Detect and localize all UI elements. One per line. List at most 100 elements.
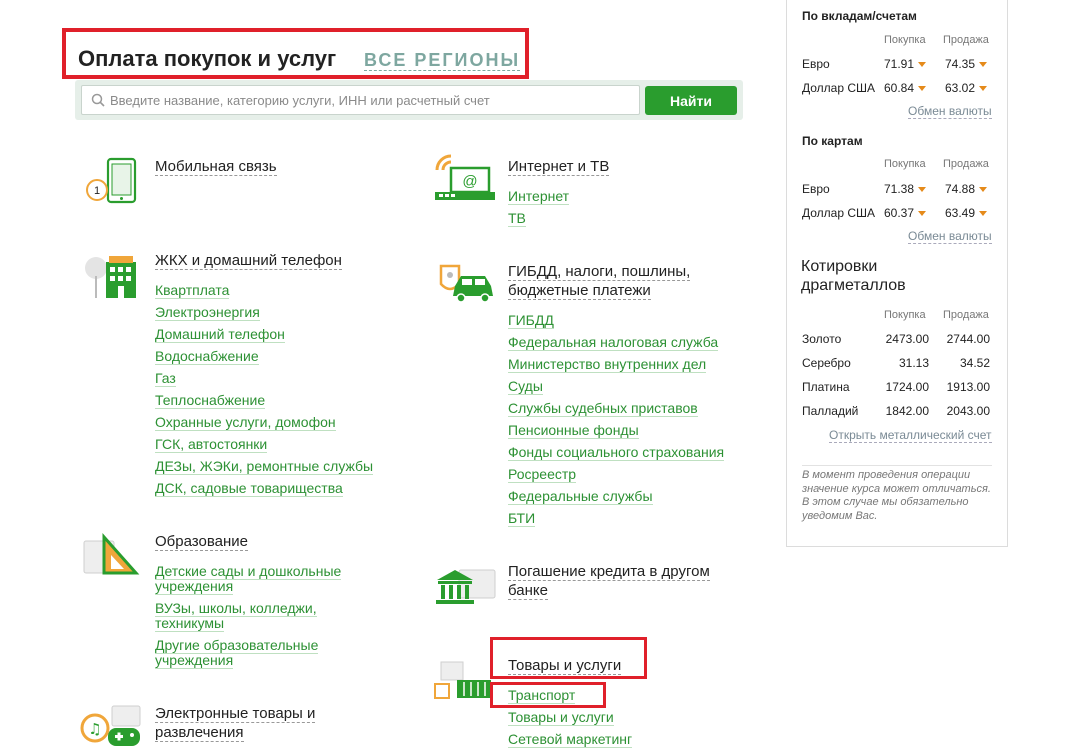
- list-item[interactable]: ТВ: [508, 207, 569, 229]
- list-item[interactable]: Электроэнергия: [155, 301, 373, 323]
- list-item[interactable]: Теплоснабжение: [155, 389, 373, 411]
- ruler-triangle-icon: [83, 533, 140, 575]
- sell-header: Продажа: [943, 158, 989, 170]
- sell-header: Продажа: [943, 309, 989, 321]
- list-item[interactable]: Пенсионные фонды: [508, 419, 724, 441]
- rate-currency: Евро: [802, 57, 830, 71]
- search-button[interactable]: Найти: [645, 86, 737, 115]
- list-item[interactable]: Росреестр: [508, 463, 724, 485]
- search-icon: [91, 93, 105, 107]
- list-item[interactable]: Министерство внутренних дел: [508, 353, 724, 375]
- metal-name: Платина: [802, 380, 850, 394]
- down-arrow-icon: [918, 187, 927, 193]
- metal-sell: 2043.00: [946, 404, 990, 418]
- list-item[interactable]: Транспорт: [508, 684, 632, 706]
- cards-title: По картам: [802, 134, 863, 148]
- category-credit[interactable]: Погашение кредита в другом банке: [508, 562, 738, 600]
- down-arrow-icon: [918, 86, 927, 92]
- list-item[interactable]: ДЕЗы, ЖЭКи, ремонтные службы: [155, 455, 374, 477]
- divider: [802, 465, 992, 466]
- gibdd-links: ГИБДД Федеральная налоговая служба Минис…: [508, 309, 725, 529]
- rate-sell: 74.35: [945, 57, 988, 71]
- rate-currency: Доллар США: [802, 206, 876, 220]
- list-item[interactable]: Домашний телефон: [155, 323, 373, 345]
- rate-disclaimer: В момент проведения операции значение ку…: [802, 469, 991, 522]
- category-housing[interactable]: ЖКХ и домашний телефон: [155, 251, 342, 270]
- goods-links: Транспорт Товары и услуги Сетевой маркет…: [508, 684, 633, 750]
- page-title: Оплата покупок и услуг: [78, 46, 337, 71]
- down-arrow-icon: [918, 62, 927, 68]
- list-item[interactable]: Федеральные службы: [508, 485, 724, 507]
- metal-name: Серебро: [802, 356, 851, 370]
- down-arrow-icon: [979, 86, 988, 92]
- list-item[interactable]: ГИБДД: [508, 309, 724, 331]
- category-education[interactable]: Образование: [155, 532, 248, 551]
- search-input[interactable]: [110, 86, 635, 114]
- car-emblem-icon: [439, 264, 493, 303]
- housing-links: Квартплата Электроэнергия Домашний телеф…: [155, 279, 374, 499]
- list-item[interactable]: Охранные услуги, домофон: [155, 411, 373, 433]
- metal-buy: 1724.00: [885, 380, 929, 394]
- category-mobile[interactable]: Мобильная связь: [155, 157, 277, 176]
- house-icon: [85, 256, 136, 298]
- rate-sell: 63.02: [945, 81, 988, 95]
- internet-links: Интернет ТВ: [508, 185, 570, 229]
- category-entertainment[interactable]: Электронные товары и развлечения: [155, 704, 355, 742]
- rate-currency: Евро: [802, 182, 830, 196]
- education-links: Детские сады и дошкольные учреждения ВУЗ…: [155, 563, 355, 675]
- buy-header: Покупка: [884, 309, 926, 321]
- down-arrow-icon: [979, 62, 988, 68]
- buy-header: Покупка: [884, 34, 926, 46]
- list-item[interactable]: Квартплата: [155, 279, 373, 301]
- list-item[interactable]: Детские сады и дошкольные учреждения: [155, 563, 355, 595]
- rate-sell: 63.49: [945, 206, 988, 220]
- category-internet[interactable]: Интернет и ТВ: [508, 157, 610, 176]
- svg-text:♫: ♫: [88, 720, 101, 738]
- music-gamepad-icon: ♫: [80, 705, 141, 746]
- shopping-basket-icon: [434, 661, 491, 699]
- metal-name: Палладий: [802, 404, 859, 418]
- open-metal-account-link[interactable]: Открыть металлический счет: [829, 428, 992, 443]
- list-item[interactable]: ВУЗы, школы, колледжи, техникумы: [155, 600, 355, 632]
- metal-buy: 2473.00: [885, 332, 929, 346]
- list-item[interactable]: Интернет: [508, 185, 570, 207]
- list-item[interactable]: Сетевой маркетинг: [508, 728, 633, 750]
- sell-header: Продажа: [943, 34, 989, 46]
- list-item[interactable]: Федеральная налоговая служба: [508, 331, 724, 353]
- metal-sell: 1913.00: [946, 380, 990, 394]
- list-item[interactable]: ГСК, автостоянки: [155, 433, 373, 455]
- list-item[interactable]: Службы судебных приставов: [508, 397, 724, 419]
- list-item[interactable]: Товары и услуги: [508, 706, 632, 728]
- category-goods[interactable]: Товары и услуги: [508, 656, 622, 675]
- deposits-title: По вкладам/счетам: [802, 9, 917, 23]
- list-item[interactable]: Другие образовательные учреждения: [155, 637, 355, 669]
- rate-buy: 71.91: [884, 57, 927, 71]
- mobile-phone-icon: 1: [86, 157, 137, 204]
- metal-buy: 31.13: [898, 356, 929, 370]
- list-item[interactable]: Фонды социального страхования: [508, 441, 725, 463]
- down-arrow-icon: [979, 211, 988, 217]
- list-item[interactable]: Газ: [155, 367, 373, 389]
- list-item[interactable]: Водоснабжение: [155, 345, 373, 367]
- region-selector[interactable]: ВСЕ РЕГИОНЫ: [364, 50, 521, 71]
- metal-name: Золото: [802, 332, 842, 346]
- exchange-link[interactable]: Обмен валюты: [908, 229, 992, 244]
- metal-buy: 1842.00: [885, 404, 929, 418]
- rate-sell: 74.88: [945, 182, 988, 196]
- list-item[interactable]: БТИ: [508, 507, 724, 529]
- metal-sell: 34.52: [959, 356, 990, 370]
- metals-title: Котировки драгметаллов: [801, 258, 906, 294]
- laptop-wifi-icon: @: [435, 154, 495, 200]
- rate-currency: Доллар США: [802, 81, 876, 95]
- exchange-link[interactable]: Обмен валюты: [908, 104, 992, 119]
- list-item[interactable]: Суды: [508, 375, 724, 397]
- rate-buy: 71.38: [884, 182, 927, 196]
- list-item[interactable]: ДСК, садовые товарищества: [155, 477, 373, 499]
- svg-text:1: 1: [94, 185, 100, 197]
- svg-text:@: @: [462, 173, 477, 190]
- rate-buy: 60.84: [884, 81, 927, 95]
- bank-icon: [436, 569, 496, 604]
- down-arrow-icon: [979, 187, 988, 193]
- down-arrow-icon: [918, 211, 927, 217]
- category-gibdd[interactable]: ГИБДД, налоги, пошлины, бюджетные платеж…: [508, 262, 728, 300]
